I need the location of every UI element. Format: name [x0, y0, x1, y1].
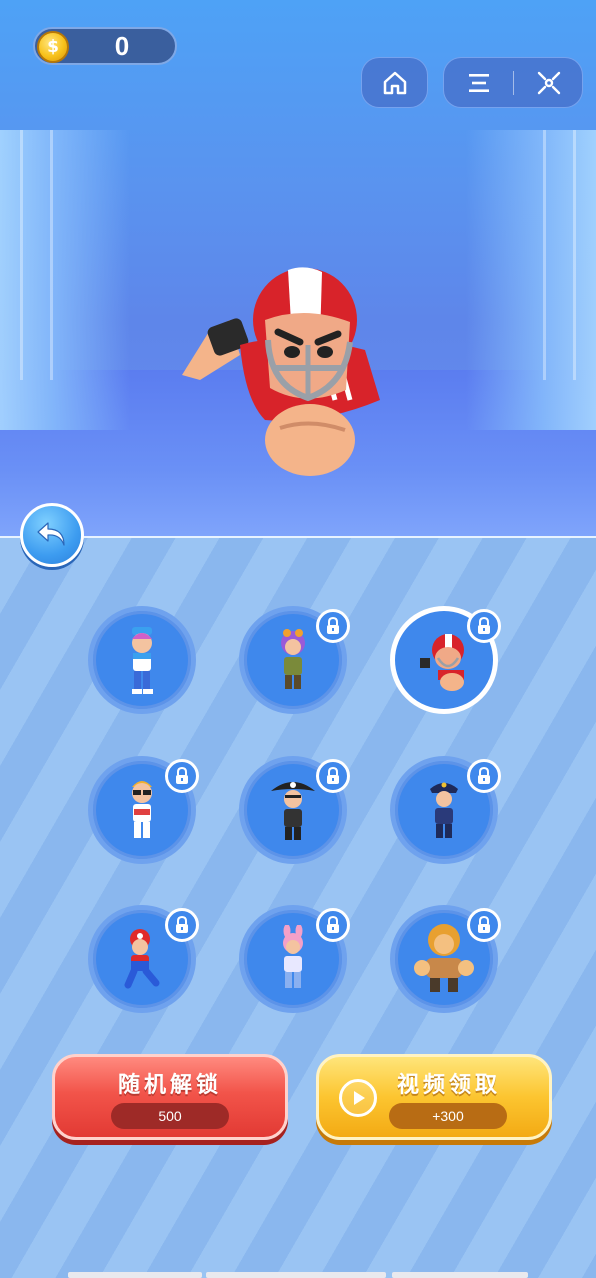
- red-cap-plumber-avatar: [124, 929, 160, 989]
- lock-icon: [176, 916, 188, 933]
- lock-badge: [316, 609, 350, 643]
- football-player-avatar: [420, 634, 464, 691]
- character-slot-lion-warrior[interactable]: [390, 905, 501, 1013]
- home-button[interactable]: [361, 57, 428, 108]
- random-unlock-price: 500: [111, 1103, 229, 1129]
- video-claim-reward: +300: [389, 1103, 507, 1129]
- random-unlock-label: 随机解锁: [117, 1073, 222, 1098]
- coin-icon: $: [37, 31, 69, 63]
- random-unlock-button[interactable]: 随机解锁 500: [52, 1054, 288, 1140]
- home-icon: [383, 71, 406, 94]
- purple-hair-explorer-avatar: [281, 629, 305, 689]
- scene-wall-right: [466, 130, 596, 430]
- bottom-tab-edge: [206, 1272, 386, 1278]
- character-slot-football-player[interactable]: [390, 606, 501, 714]
- wall-stripe: [543, 130, 546, 380]
- hero-character-preview: [182, 267, 380, 476]
- coin-counter: $ 0: [33, 27, 177, 65]
- lock-badge: [165, 908, 199, 942]
- lock-icon: [478, 617, 490, 634]
- menu-icon: [469, 73, 489, 92]
- lock-icon: [327, 916, 339, 933]
- bunny-girl-avatar: [283, 925, 303, 988]
- wall-stripe: [573, 130, 576, 380]
- lock-badge: [165, 759, 199, 793]
- close-button[interactable]: [514, 58, 584, 107]
- video-claim-button[interactable]: 视频领取 +300: [316, 1054, 552, 1140]
- coin-value: 0: [114, 31, 130, 61]
- lion-warrior-avatar: [414, 924, 474, 992]
- lock-badge: [316, 759, 350, 793]
- back-button[interactable]: [20, 503, 84, 567]
- pirate-avatar: [271, 782, 315, 840]
- video-claim-label: 视频领取: [396, 1073, 501, 1098]
- game-scene: $ 0: [0, 0, 596, 536]
- character-slot-sunglasses-guy[interactable]: [88, 756, 199, 864]
- character-slot-purple-hair-explorer[interactable]: [239, 606, 350, 714]
- lock-badge: [467, 609, 501, 643]
- lock-icon: [478, 916, 490, 933]
- character-slot-bunny-girl[interactable]: [239, 905, 350, 1013]
- menu-button[interactable]: [444, 58, 514, 107]
- lock-icon: [176, 767, 188, 784]
- lock-badge: [316, 908, 350, 942]
- character-slot-pirate[interactable]: [239, 756, 350, 864]
- lock-badge: [467, 908, 501, 942]
- sunglasses-guy-avatar: [132, 781, 152, 838]
- bottom-tab-edge: [68, 1272, 202, 1278]
- bottom-tab-edge: [392, 1272, 528, 1278]
- close-target-icon: [537, 71, 561, 94]
- wall-stripe: [50, 130, 53, 380]
- back-arrow-icon: [37, 522, 65, 546]
- lock-badge: [467, 759, 501, 793]
- lock-icon: [478, 767, 490, 784]
- lock-icon: [327, 617, 339, 634]
- lock-icon: [327, 767, 339, 784]
- blue-cap-player-avatar: [132, 627, 153, 694]
- capsule-controls: [443, 57, 583, 108]
- character-slot-police-officer[interactable]: [390, 756, 501, 864]
- wall-stripe: [20, 130, 23, 380]
- police-officer-avatar: [430, 782, 458, 838]
- character-slot-red-cap-plumber[interactable]: [88, 905, 199, 1013]
- character-slot-blue-cap-player[interactable]: [88, 606, 196, 714]
